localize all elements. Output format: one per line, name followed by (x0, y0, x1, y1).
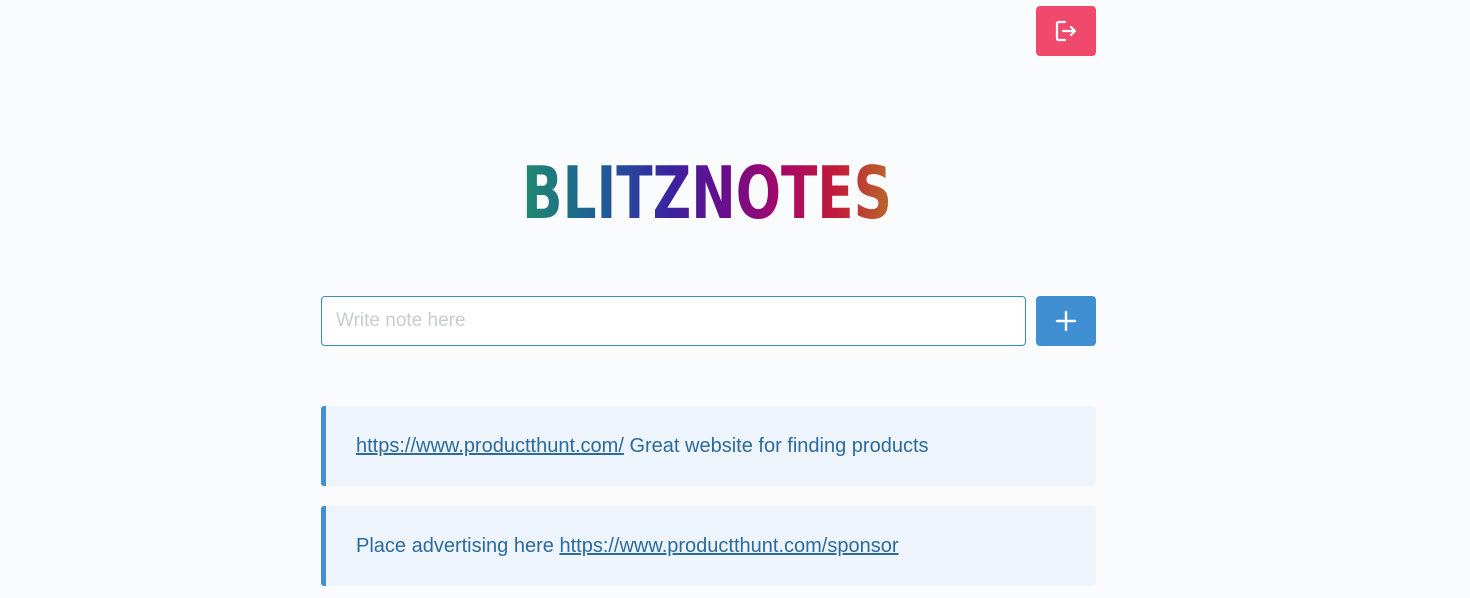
plus-icon (1055, 310, 1077, 332)
blitznotes-logo: BLITZNOTES (522, 151, 892, 230)
note-item[interactable]: https://www.productthunt.com/ Great webs… (321, 406, 1096, 486)
note-item[interactable]: Place advertising here https://www.produ… (321, 506, 1096, 586)
logo-text: BLITZNOTES (522, 151, 892, 230)
notes-list: https://www.productthunt.com/ Great webs… (321, 406, 1096, 598)
app-page: BLITZNOTES https://www.productthunt.com/… (0, 0, 1470, 598)
note-link[interactable]: https://www.productthunt.com/ (356, 435, 624, 457)
logout-icon (1055, 20, 1077, 42)
note-content: https://www.productthunt.com/ Great webs… (356, 435, 929, 458)
note-text: Great website for finding products (623, 434, 929, 457)
add-note-button[interactable] (1036, 296, 1096, 346)
note-text: Place advertising here (356, 534, 560, 557)
note-link[interactable]: https://www.productthunt.com/sponsor (559, 535, 898, 557)
note-input[interactable] (321, 296, 1026, 346)
note-content: Place advertising here https://www.produ… (356, 535, 899, 558)
logout-button[interactable] (1036, 6, 1096, 56)
